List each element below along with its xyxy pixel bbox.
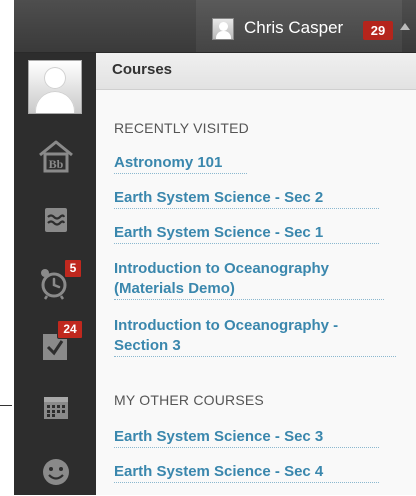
user-avatar-icon[interactable] xyxy=(212,18,234,40)
course-link-earth-system-sec-2[interactable]: Earth System Science - Sec 2 xyxy=(114,188,379,209)
course-link-line: (Materials Demo) xyxy=(114,280,235,297)
page-background xyxy=(0,0,14,495)
recently-visited-heading: RECENTLY VISITED xyxy=(114,120,249,136)
calendar-icon[interactable] xyxy=(36,388,76,428)
caret-up-icon[interactable] xyxy=(400,23,410,30)
smiley-icon[interactable] xyxy=(36,451,76,491)
course-link-line: Introduction to Oceanography xyxy=(114,260,330,277)
panel-title: Courses xyxy=(112,61,173,78)
svg-text:Bb: Bb xyxy=(49,157,64,171)
course-link-earth-system-sec-4[interactable]: Earth System Science - Sec 4 xyxy=(114,462,379,483)
activity-stream-icon[interactable] xyxy=(36,200,76,240)
course-link-line: Section 3 xyxy=(114,337,181,354)
my-other-courses-heading: MY OTHER COURSES xyxy=(114,392,264,408)
alerts-badge: 5 xyxy=(64,259,82,278)
tasks-badge: 24 xyxy=(57,320,83,339)
course-link-line: Introduction to Oceanography - xyxy=(114,317,339,334)
course-link-earth-system-sec-1[interactable]: Earth System Science - Sec 1 xyxy=(114,223,379,244)
home-bb-icon[interactable]: Bb xyxy=(36,137,76,177)
course-link-astronomy-101[interactable]: Astronomy 101 xyxy=(114,153,247,174)
course-link-oceanography-section-3[interactable]: Introduction to Oceanography - Section 3 xyxy=(114,316,396,357)
page-divider-mark xyxy=(0,405,12,406)
profile-avatar-icon[interactable] xyxy=(28,60,82,114)
notification-count-badge[interactable]: 29 xyxy=(363,21,393,40)
user-name[interactable]: Chris Casper xyxy=(244,18,343,38)
course-link-oceanography-materials-demo[interactable]: Introduction to Oceanography (Materials … xyxy=(114,259,384,300)
course-link-earth-system-sec-3[interactable]: Earth System Science - Sec 3 xyxy=(114,427,379,448)
